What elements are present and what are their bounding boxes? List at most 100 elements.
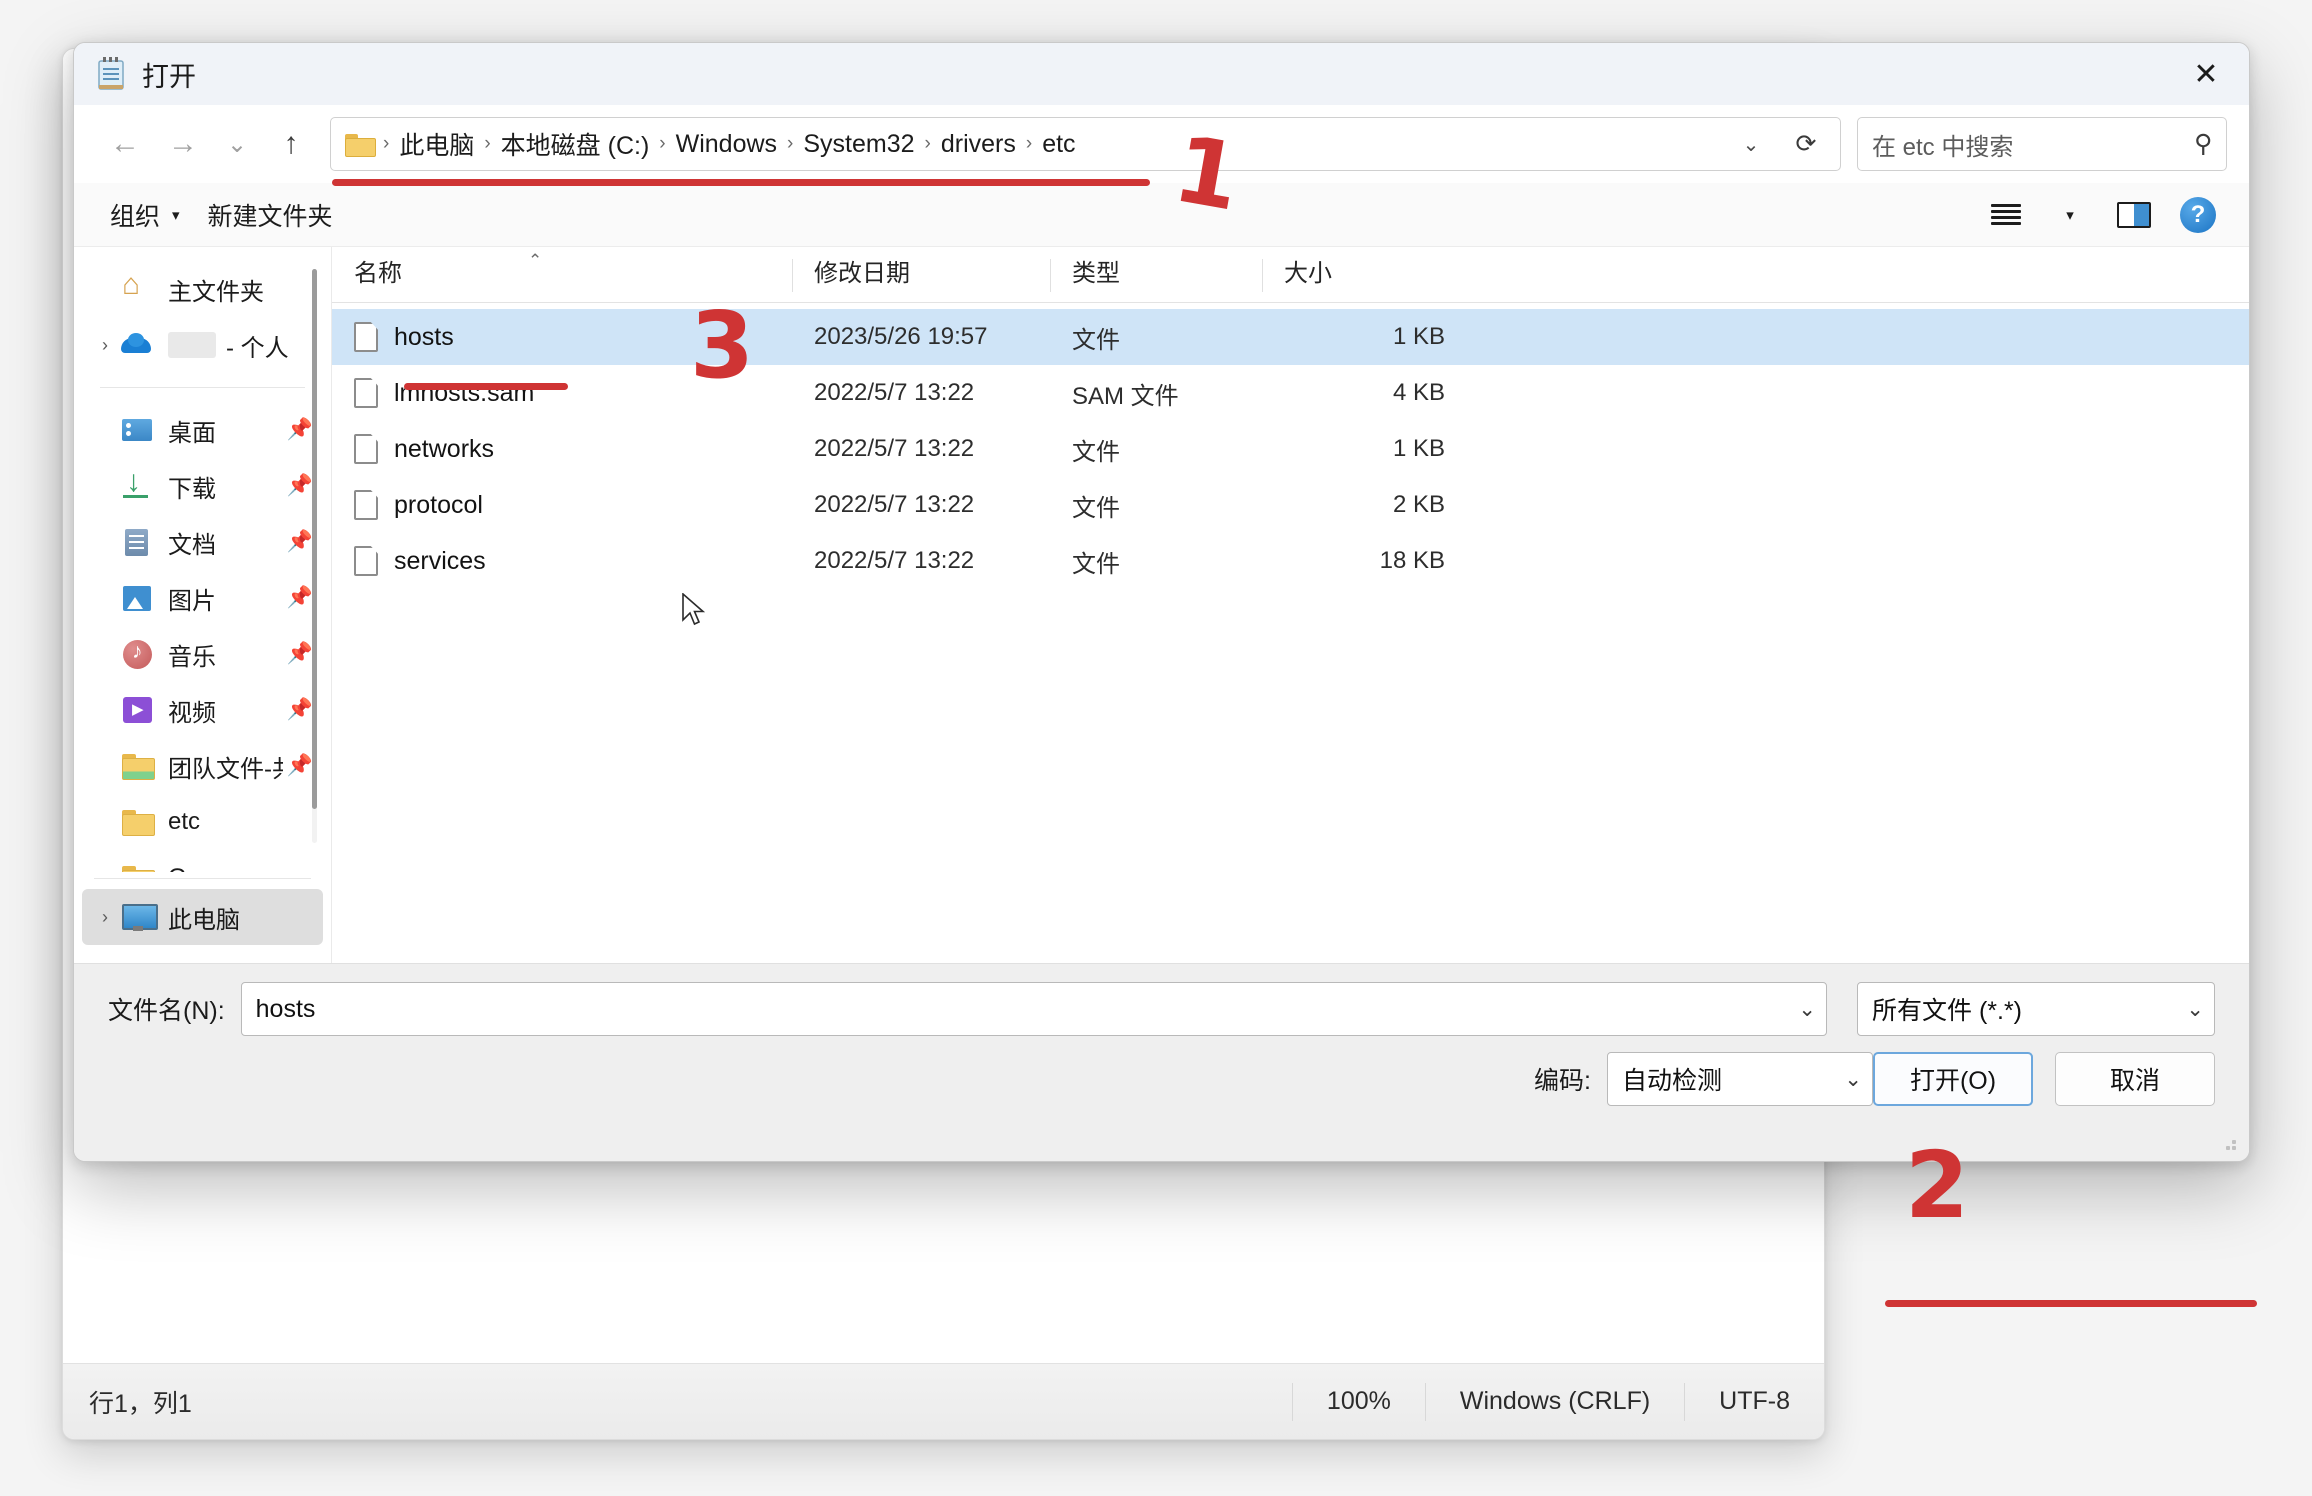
column-header-type[interactable]: 类型 <box>1050 247 1262 302</box>
shared-folder-icon <box>120 751 156 781</box>
sidebar-item-etc[interactable]: etc <box>82 794 323 850</box>
notepad-encoding[interactable]: UTF-8 <box>1684 1382 1824 1421</box>
file-name: lmhosts.sam <box>394 378 535 407</box>
recent-locations-button[interactable]: ⌄ <box>212 117 262 171</box>
chevron-right-icon[interactable]: › <box>90 907 120 928</box>
forward-button[interactable]: → <box>154 117 212 171</box>
file-name: hosts <box>394 322 454 351</box>
breadcrumb-item-1[interactable]: 本地磁盘 (C:) <box>493 122 658 166</box>
chevron-down-icon[interactable]: ⌄ <box>2176 997 2204 1022</box>
close-icon[interactable]: ✕ <box>2163 43 2249 105</box>
column-headers: 名称 ⌃ 修改日期 类型 大小 <box>332 247 2249 303</box>
desktop-icon <box>120 415 156 445</box>
documents-icon <box>120 527 156 557</box>
sidebar-scrollbar-thumb[interactable] <box>312 269 317 809</box>
chevron-right-icon[interactable]: › <box>90 335 120 356</box>
back-button[interactable]: ← <box>96 117 154 171</box>
notepad-line-ending[interactable]: Windows (CRLF) <box>1424 1382 1684 1421</box>
table-row[interactable]: protocol 2022/5/7 13:22 文件 2 KB <box>332 477 2249 533</box>
chevron-down-icon[interactable]: ⌄ <box>1788 997 1816 1022</box>
file-name: services <box>394 546 486 575</box>
sidebar-item-onedrive[interactable]: › - 个人 <box>82 317 323 373</box>
command-bar: 组织 ▾ 新建文件夹 ▾ ? <box>74 183 2249 247</box>
chevron-down-icon[interactable]: ⌄ <box>1834 1067 1862 1092</box>
preview-pane-button[interactable] <box>2105 189 2163 241</box>
table-row[interactable]: hosts 2023/5/26 19:57 文件 1 KB <box>332 309 2249 365</box>
table-row[interactable]: services 2022/5/7 13:22 文件 18 KB <box>332 533 2249 589</box>
sidebar-item-label: 下载 <box>168 475 216 503</box>
pin-icon[interactable]: 📌 <box>287 418 313 442</box>
sidebar-item-music[interactable]: 音乐 📌 <box>82 626 323 682</box>
sidebar-item-home[interactable]: 主文件夹 <box>82 261 323 317</box>
dialog-title-bar: 打开 ✕ <box>74 43 2249 105</box>
sidebar-item-this-pc[interactable]: › 此电脑 <box>82 889 323 945</box>
open-button[interactable]: 打开(O) <box>1873 1052 2033 1106</box>
pin-icon[interactable]: 📌 <box>287 642 313 666</box>
table-row[interactable]: networks 2022/5/7 13:22 文件 1 KB <box>332 421 2249 477</box>
help-button[interactable]: ? <box>2169 189 2227 241</box>
encoding-combo[interactable]: 自动检测 ⌄ <box>1607 1052 1873 1106</box>
organize-button[interactable]: 组织 ▾ <box>96 189 194 241</box>
encoding-label: 编码: <box>1534 1067 1591 1095</box>
table-row[interactable]: lmhosts.sam 2022/5/7 13:22 SAM 文件 4 KB <box>332 365 2249 421</box>
breadcrumb-item-4[interactable]: drivers <box>933 126 1024 163</box>
sidebar-item-games[interactable]: Games <box>82 850 323 872</box>
file-icon <box>354 378 378 408</box>
this-pc-icon <box>120 902 158 932</box>
pin-icon[interactable]: 📌 <box>287 754 313 778</box>
sidebar-item-label: 团队文件-共享 <box>168 755 283 783</box>
blurred-account-name <box>168 332 216 358</box>
column-header-date[interactable]: 修改日期 <box>792 247 1050 302</box>
pin-icon[interactable]: 📌 <box>287 698 313 722</box>
breadcrumb-item-3[interactable]: System32 <box>795 126 922 163</box>
filename-label: 文件名(N): <box>108 997 225 1025</box>
pin-icon[interactable]: 📌 <box>287 530 313 554</box>
file-list: hosts 2023/5/26 19:57 文件 1 KB lmhosts.sa… <box>332 303 2249 963</box>
sidebar-item-videos[interactable]: 视频 📌 <box>82 682 323 738</box>
sidebar-item-downloads[interactable]: 下载 📌 <box>82 458 323 514</box>
file-name-cell: protocol <box>332 490 792 520</box>
sidebar-item-label: 主文件夹 <box>168 278 264 306</box>
sidebar-item-label: 桌面 <box>168 419 216 447</box>
view-dropdown-button[interactable]: ▾ <box>2041 189 2099 241</box>
download-icon <box>120 465 156 501</box>
folder-icon <box>120 807 156 837</box>
sidebar-item-label: - 个人 <box>226 334 289 362</box>
breadcrumb-item-5[interactable]: etc <box>1034 126 1083 163</box>
sort-ascending-icon: ⌃ <box>528 251 543 270</box>
refresh-icon[interactable]: ⟳ <box>1778 122 1834 166</box>
cancel-button[interactable]: 取消 <box>2055 1052 2215 1106</box>
breadcrumb-separator: › <box>484 133 491 154</box>
search-input[interactable]: 在 etc 中搜索 ⚲ <box>1857 117 2227 171</box>
filename-input[interactable]: hosts ⌄ <box>240 982 1827 1036</box>
list-view-icon <box>1991 203 2021 226</box>
pin-icon[interactable]: 📌 <box>287 586 313 610</box>
sidebar-item-team-share[interactable]: 团队文件-共享 📌 <box>82 738 323 794</box>
notepad-zoom-level[interactable]: 100% <box>1291 1382 1425 1421</box>
column-header-size[interactable]: 大小 <box>1262 247 1467 302</box>
breadcrumb-item-2[interactable]: Windows <box>668 126 785 163</box>
pin-icon[interactable]: 📌 <box>287 474 313 498</box>
new-folder-button[interactable]: 新建文件夹 <box>194 189 347 241</box>
dialog-footer: 文件名(N): hosts ⌄ 所有文件 (*.*) ⌄ 编码: 自动检测 ⌄ <box>74 963 2249 1161</box>
sidebar-divider <box>94 878 311 879</box>
address-bar[interactable]: › 此电脑 › 本地磁盘 (C:) › Windows › System32 ›… <box>330 117 1841 171</box>
file-type-combo[interactable]: 所有文件 (*.*) ⌄ <box>1857 982 2215 1036</box>
filename-row: 文件名(N): hosts ⌄ 所有文件 (*.*) ⌄ <box>108 982 2215 1036</box>
file-name-cell: services <box>332 546 792 576</box>
view-options-button[interactable] <box>1977 189 2035 241</box>
sidebar-item-pictures[interactable]: 图片 📌 <box>82 570 323 626</box>
column-header-name[interactable]: 名称 ⌃ <box>332 247 792 302</box>
chevron-down-icon[interactable]: ⌄ <box>1724 122 1778 166</box>
sidebar-item-desktop[interactable]: 桌面 📌 <box>82 402 323 458</box>
file-size-cell: 1 KB <box>1392 435 1445 462</box>
file-name: protocol <box>394 490 483 519</box>
encoding-value: 自动检测 <box>1622 1067 1723 1095</box>
resize-grip[interactable] <box>2221 1135 2237 1151</box>
up-button[interactable]: ↑ <box>262 117 320 171</box>
sidebar-scrollbar[interactable] <box>312 269 317 843</box>
breadcrumb-item-0[interactable]: 此电脑 <box>391 122 482 166</box>
sidebar-item-documents[interactable]: 文档 📌 <box>82 514 323 570</box>
file-type-cell: 文件 <box>1072 326 1120 354</box>
folder-icon <box>345 132 376 157</box>
